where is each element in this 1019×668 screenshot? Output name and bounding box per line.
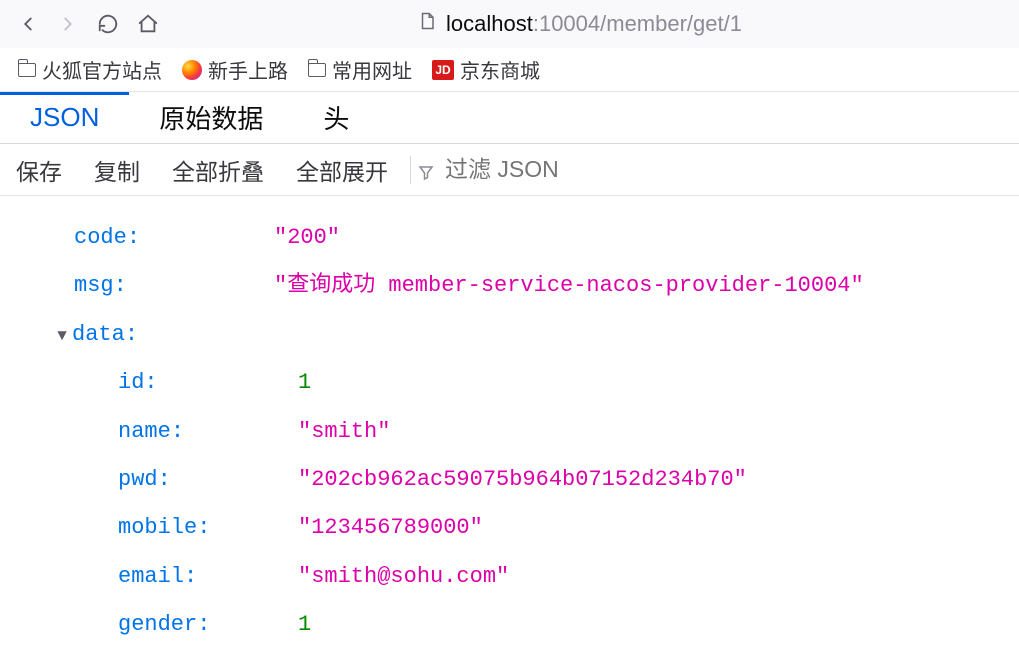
filter-icon [417,161,435,179]
json-key: code [74,225,127,250]
firefox-icon [182,60,202,80]
forward-button[interactable] [48,4,88,44]
collapse-toggle-icon[interactable]: ▼ [54,319,70,354]
json-row-data[interactable]: ▼ data: [30,311,989,359]
reload-button[interactable] [88,4,128,44]
bookmark-jd[interactable]: JD 京东商城 [432,55,540,84]
bookmark-label: 新手上路 [208,55,288,84]
folder-icon [18,63,36,77]
json-key: gender [118,612,197,637]
bookmark-common-sites[interactable]: 常用网址 [308,55,412,84]
json-row-email[interactable]: email: "smith@sohu.com" [30,553,989,601]
save-button[interactable]: 保存 [0,153,78,187]
json-viewer: code: "200" msg: "查询成功 member-service-na… [0,196,1019,668]
json-row-msg[interactable]: msg: "查询成功 member-service-nacos-provider… [30,262,989,310]
json-key: data [72,322,125,347]
json-row-name[interactable]: name: "smith" [30,408,989,456]
tab-raw-data[interactable]: 原始数据 [129,92,293,143]
json-key: name [118,419,171,444]
copy-button[interactable]: 复制 [78,153,156,187]
json-row-mobile[interactable]: mobile: "123456789000" [30,504,989,552]
bookmark-label: 常用网址 [332,55,412,84]
json-value: "200" [274,214,340,262]
json-key: pwd [118,467,158,492]
viewer-tabs: JSON 原始数据 头 [0,92,1019,144]
back-button[interactable] [8,4,48,44]
json-row-gender[interactable]: gender: 1 [30,601,989,649]
json-value: "smith@sohu.com" [298,553,509,601]
viewer-toolbar: 保存 复制 全部折叠 全部展开 [0,144,1019,196]
json-key: msg [74,273,114,298]
tab-headers[interactable]: 头 [293,92,379,143]
filter-json-input[interactable] [445,156,1019,183]
url-bar[interactable]: localhost:10004/member/get/1 [408,4,1011,44]
json-value: 1 [298,359,311,407]
home-button[interactable] [128,4,168,44]
expand-all-button[interactable]: 全部展开 [280,153,404,187]
json-value: "202cb962ac59075b964b07152d234b70" [298,456,747,504]
nav-toolbar: localhost:10004/member/get/1 [0,0,1019,48]
bookmark-label: 京东商城 [460,55,540,84]
jd-icon: JD [432,60,454,80]
json-row-pwd[interactable]: pwd: "202cb962ac59075b964b07152d234b70" [30,456,989,504]
folder-icon [308,63,326,77]
json-row-code[interactable]: code: "200" [30,214,989,262]
page-icon [418,11,436,37]
bookmark-firefox-official[interactable]: 火狐官方站点 [18,55,162,84]
json-value: "123456789000" [298,504,483,552]
bookmarks-toolbar: 火狐官方站点 新手上路 常用网址 JD 京东商城 [0,48,1019,92]
toolbar-divider [410,156,411,184]
bookmark-getting-started[interactable]: 新手上路 [182,55,288,84]
collapse-all-button[interactable]: 全部折叠 [156,153,280,187]
json-key: email [118,564,184,589]
json-row-id[interactable]: id: 1 [30,359,989,407]
json-key: mobile [118,515,197,540]
json-value: 1 [298,601,311,649]
json-key: id [118,370,144,395]
json-value: "smith" [298,408,390,456]
json-value: "查询成功 member-service-nacos-provider-1000… [274,262,864,310]
tab-json[interactable]: JSON [0,92,129,143]
bookmark-label: 火狐官方站点 [42,55,162,84]
url-host: localhost [446,11,533,37]
url-path: :10004/member/get/1 [533,11,742,37]
